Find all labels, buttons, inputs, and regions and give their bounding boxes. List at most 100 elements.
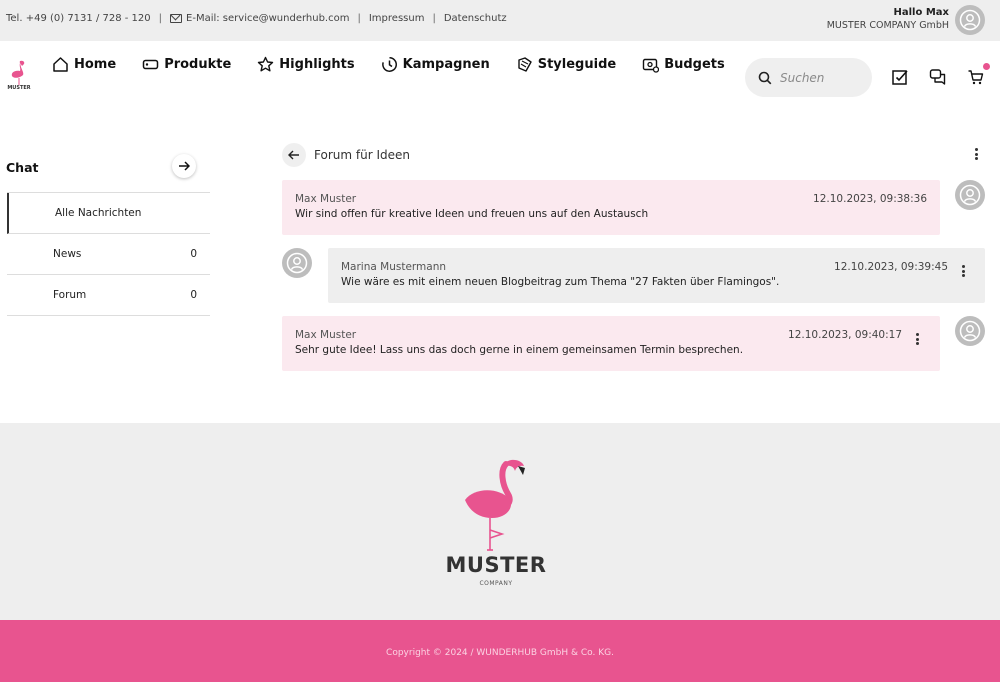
home-icon: [53, 57, 68, 72]
message-time: 12.10.2023, 09:39:45: [834, 261, 948, 273]
sidebar-toggle-button[interactable]: [172, 154, 196, 178]
nav-item-label: Kampagnen: [402, 57, 490, 72]
contact-info: Tel. +49 (0) 7131 / 728 - 120 | E-Mail: …: [6, 13, 507, 24]
sidebar-title: Chat: [6, 160, 39, 175]
dot: [915, 337, 919, 341]
dot: [974, 152, 978, 156]
star-icon: [258, 56, 274, 72]
thread-options-button[interactable]: [971, 146, 981, 162]
message-own: Max Muster 12.10.2023, 09:40:17 Sehr gut…: [282, 316, 940, 371]
arrow-right-icon: [179, 161, 190, 171]
sidebar-item-alle-nachrichten[interactable]: Alle Nachrichten: [7, 193, 210, 234]
palette-icon: [518, 57, 532, 72]
user-icon: [959, 320, 981, 342]
tag-icon: [142, 59, 159, 70]
logo-text: MUSTER: [7, 85, 31, 91]
user-icon: [959, 184, 981, 206]
mail-icon: [170, 14, 183, 23]
sidebar-item-label: News: [53, 248, 82, 260]
message-text: Wie wäre es mit einem neuen Blogbeitrag …: [341, 276, 780, 288]
nav-menu: Home Produkte Highlights Kampagnen Style…: [52, 56, 751, 73]
cart-icon: [968, 70, 984, 85]
message-avatar: [955, 180, 985, 210]
cart-button[interactable]: [966, 63, 990, 87]
clock-icon: [381, 57, 397, 72]
message-options-button[interactable]: [958, 263, 968, 279]
dot: [915, 333, 919, 336]
nav-item-label: Budgets: [664, 57, 725, 72]
message-text: Wir sind offen für kreative Ideen und fr…: [295, 208, 649, 220]
dot: [961, 269, 965, 273]
nav-item-label: Produkte: [164, 57, 232, 72]
tasks-button[interactable]: [890, 67, 910, 87]
copyright-bar: Copyright © 2024 / WUNDERHUB GmbH & Co. …: [0, 620, 1000, 682]
message-author: Max Muster: [295, 193, 357, 205]
nav-item-kampagnen[interactable]: Kampagnen: [381, 56, 490, 73]
search-icon: [758, 71, 772, 84]
nav-item-highlights[interactable]: Highlights: [257, 56, 355, 73]
footer-brand-name: MUSTER: [445, 553, 547, 577]
back-button[interactable]: [282, 143, 306, 167]
dot: [961, 265, 965, 268]
search-input[interactable]: [780, 70, 860, 85]
message-author: Max Muster: [295, 329, 357, 341]
sidebar-list: Alle Nachrichten News 0 Forum 0: [7, 192, 210, 316]
search-box[interactable]: [745, 58, 872, 97]
flamingo-icon: [465, 459, 525, 551]
sidebar-item-count: 0: [190, 289, 197, 301]
privacy-link[interactable]: Datenschutz: [444, 13, 507, 24]
user-company: MUSTER COMPANY GmbH: [826, 20, 949, 31]
separator: |: [158, 13, 163, 24]
nav-item-label: Styleguide: [537, 57, 617, 72]
budget-icon: [643, 58, 660, 73]
message-other: Marina Mustermann 12.10.2023, 09:39:45 W…: [328, 248, 985, 303]
message-text: Sehr gute Idee! Lass uns das doch gerne …: [295, 344, 744, 356]
sidebar-item-label: Alle Nachrichten: [55, 207, 142, 219]
message-time: 12.10.2023, 09:40:17: [788, 329, 902, 341]
imprint-link[interactable]: Impressum: [369, 13, 425, 24]
flamingo-logo-icon: [11, 60, 25, 85]
separator: |: [432, 13, 436, 24]
message-options-button[interactable]: [912, 331, 922, 347]
nav-item-styleguide[interactable]: Styleguide: [516, 56, 616, 73]
dot: [974, 148, 978, 151]
nav-item-label: Home: [74, 57, 117, 72]
copyright-text: Copyright © 2024 / WUNDERHUB GmbH & Co. …: [386, 648, 614, 658]
logo[interactable]: MUSTER: [5, 58, 33, 94]
checkbox-icon: [892, 70, 908, 85]
arrow-left-icon: [288, 150, 299, 160]
message-avatar: [955, 316, 985, 346]
nav-item-produkte[interactable]: Produkte: [142, 56, 231, 73]
footer-logo: MUSTER COMPANY: [440, 458, 552, 593]
nav-item-label: Highlights: [279, 57, 355, 72]
phone-number: Tel. +49 (0) 7131 / 728 - 120: [6, 13, 151, 24]
footer-brand-sub: COMPANY: [479, 580, 513, 587]
sidebar-item-count: 0: [190, 248, 197, 260]
separator: |: [357, 13, 361, 24]
chat-button[interactable]: [928, 67, 948, 87]
email-link[interactable]: E-Mail: service@wunderhub.com: [186, 13, 349, 24]
user-greeting: Hallo Max: [893, 7, 949, 18]
sidebar-item-news[interactable]: News 0: [7, 234, 210, 275]
dot: [974, 157, 978, 160]
dot: [915, 342, 919, 345]
user-icon: [959, 9, 981, 31]
dot: [961, 274, 965, 277]
main-navigation: MUSTER Home Produkte Highlights Kampagne…: [0, 41, 1000, 111]
sidebar-item-forum[interactable]: Forum 0: [7, 275, 210, 316]
footer: MUSTER COMPANY: [0, 423, 1000, 620]
nav-item-home[interactable]: Home: [52, 56, 116, 73]
message-own: Max Muster 12.10.2023, 09:38:36 Wir sind…: [282, 180, 940, 235]
sidebar-item-label: Forum: [53, 289, 87, 301]
message-avatar: [282, 248, 312, 278]
nav-item-budgets[interactable]: Budgets: [642, 56, 725, 73]
user-icon: [286, 252, 308, 274]
notification-dot: [983, 63, 990, 70]
thread-title: Forum für Ideen: [314, 148, 410, 162]
user-info[interactable]: Hallo Max MUSTER COMPANY GmbH: [827, 7, 949, 31]
user-avatar[interactable]: [955, 5, 985, 35]
message-author: Marina Mustermann: [341, 261, 447, 273]
message-time: 12.10.2023, 09:38:36: [813, 193, 927, 205]
top-bar: Tel. +49 (0) 7131 / 728 - 120 | E-Mail: …: [0, 0, 1000, 41]
chat-bubbles-icon: [929, 69, 946, 85]
